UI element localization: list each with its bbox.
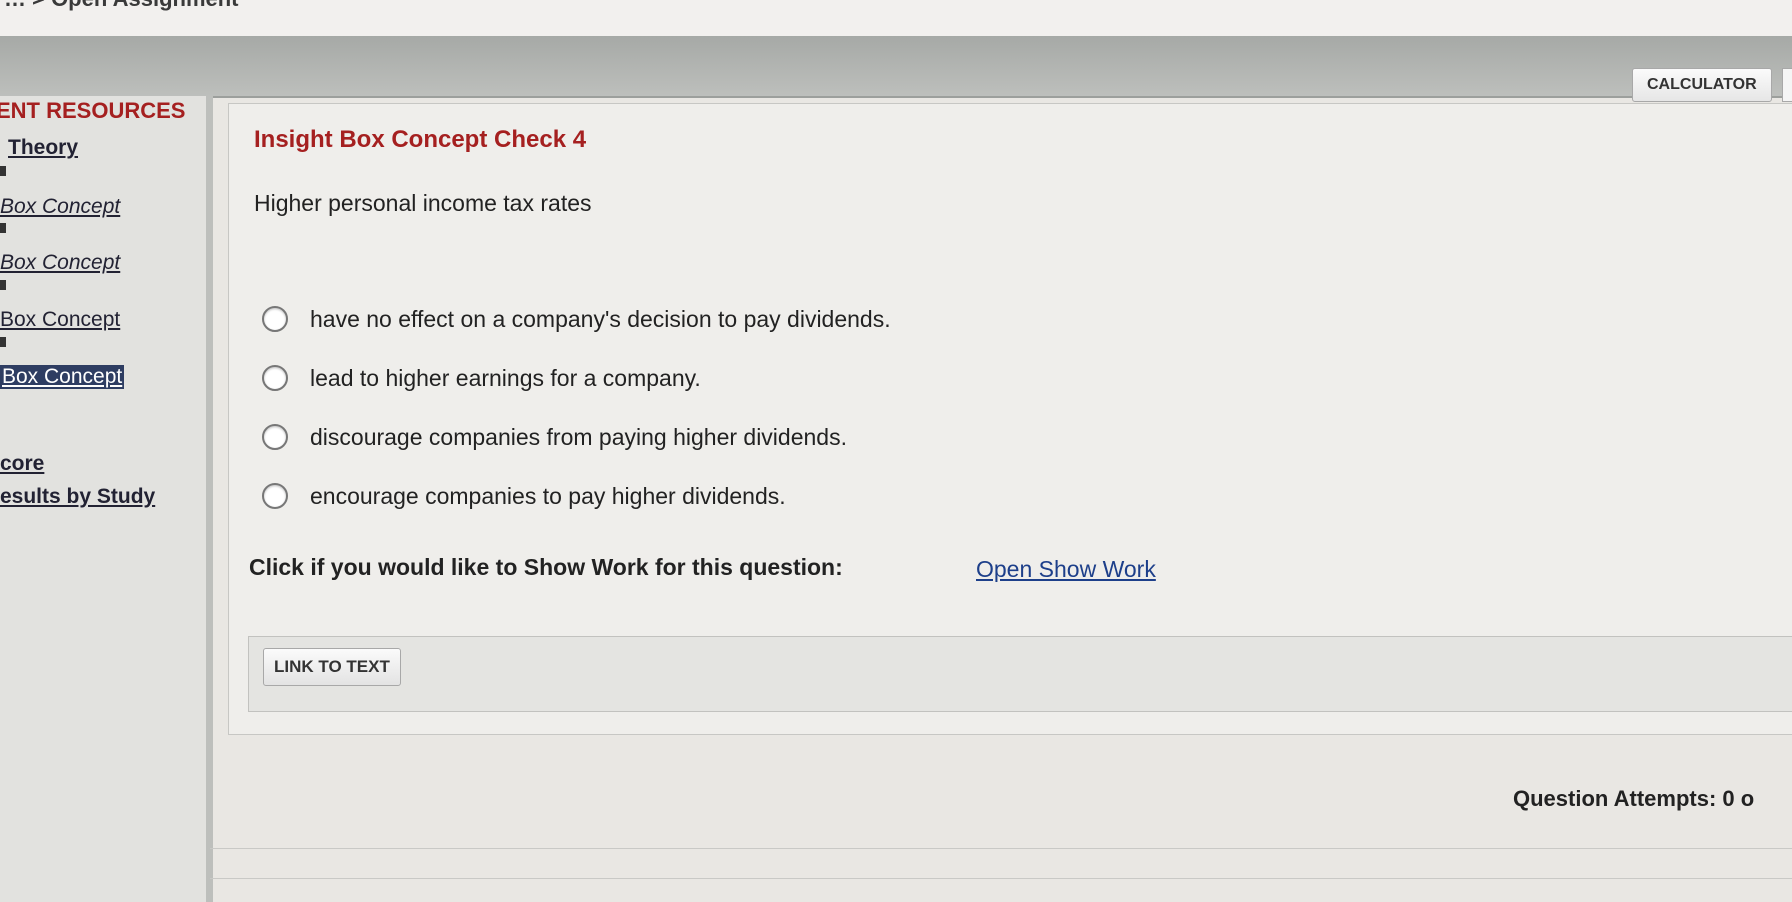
calculator-button[interactable]: CALCULATOR [1632,68,1772,102]
answer-option-label: have no effect on a company's decision t… [310,305,891,332]
question-title: Insight Box Concept Check 4 [254,126,587,153]
sidebar-marker [0,280,6,290]
divider [210,848,1792,849]
assignment-page: … > Open Assignment CALCULATOR ENT RESOU… [0,0,1792,902]
sidebar-marker [0,166,6,176]
radio-button[interactable] [262,365,288,391]
answer-option-d[interactable]: encourage companies to pay higher divide… [262,480,786,512]
sidebar-item-box-concept-4[interactable]: Box Concept [0,365,125,389]
breadcrumb-bar: … > Open Assignment [0,0,1792,36]
answer-option-label: discourage companies from paying higher … [310,423,847,450]
sidebar-item-theory[interactable]: Theory [8,136,78,160]
radio-button[interactable] [262,483,288,509]
show-work-prompt: Click if you would like to Show Work for… [249,554,843,580]
breadcrumb: … > Open Assignment [4,0,239,12]
sidebar-marker [0,337,6,347]
link-to-text-box [248,636,1792,712]
sidebar-item-box-concept-3[interactable]: Box Concept [0,308,120,332]
radio-button[interactable] [262,306,288,332]
open-show-work-link[interactable]: Open Show Work [976,556,1156,583]
sidebar-item-results-by-study[interactable]: esults by Study [0,485,155,509]
answer-option-a[interactable]: have no effect on a company's decision t… [262,303,891,335]
answer-option-c[interactable]: discourage companies from paying higher … [262,421,847,453]
sidebar-title: ENT RESOURCES [0,98,186,123]
answer-option-label: lead to higher earnings for a company. [310,364,701,391]
radio-button[interactable] [262,424,288,450]
question-stem: Higher personal income tax rates [254,190,592,216]
sidebar-item-box-concept-1[interactable]: Box Concept [0,195,120,219]
sidebar-item-box-concept-2[interactable]: Box Concept [0,251,120,275]
sidebar-marker [0,223,6,233]
answer-option-b[interactable]: lead to higher earnings for a company. [262,362,701,394]
answer-option-label: encourage companies to pay higher divide… [310,482,786,509]
sidebar-item-score[interactable]: core [0,452,44,476]
question-attempts: Question Attempts: 0 o [1513,786,1755,811]
link-to-text-button[interactable]: LINK TO TEXT [263,648,401,686]
divider [210,878,1792,879]
toolbar-next-button[interactable] [1782,68,1792,102]
toolbar [0,36,1792,98]
